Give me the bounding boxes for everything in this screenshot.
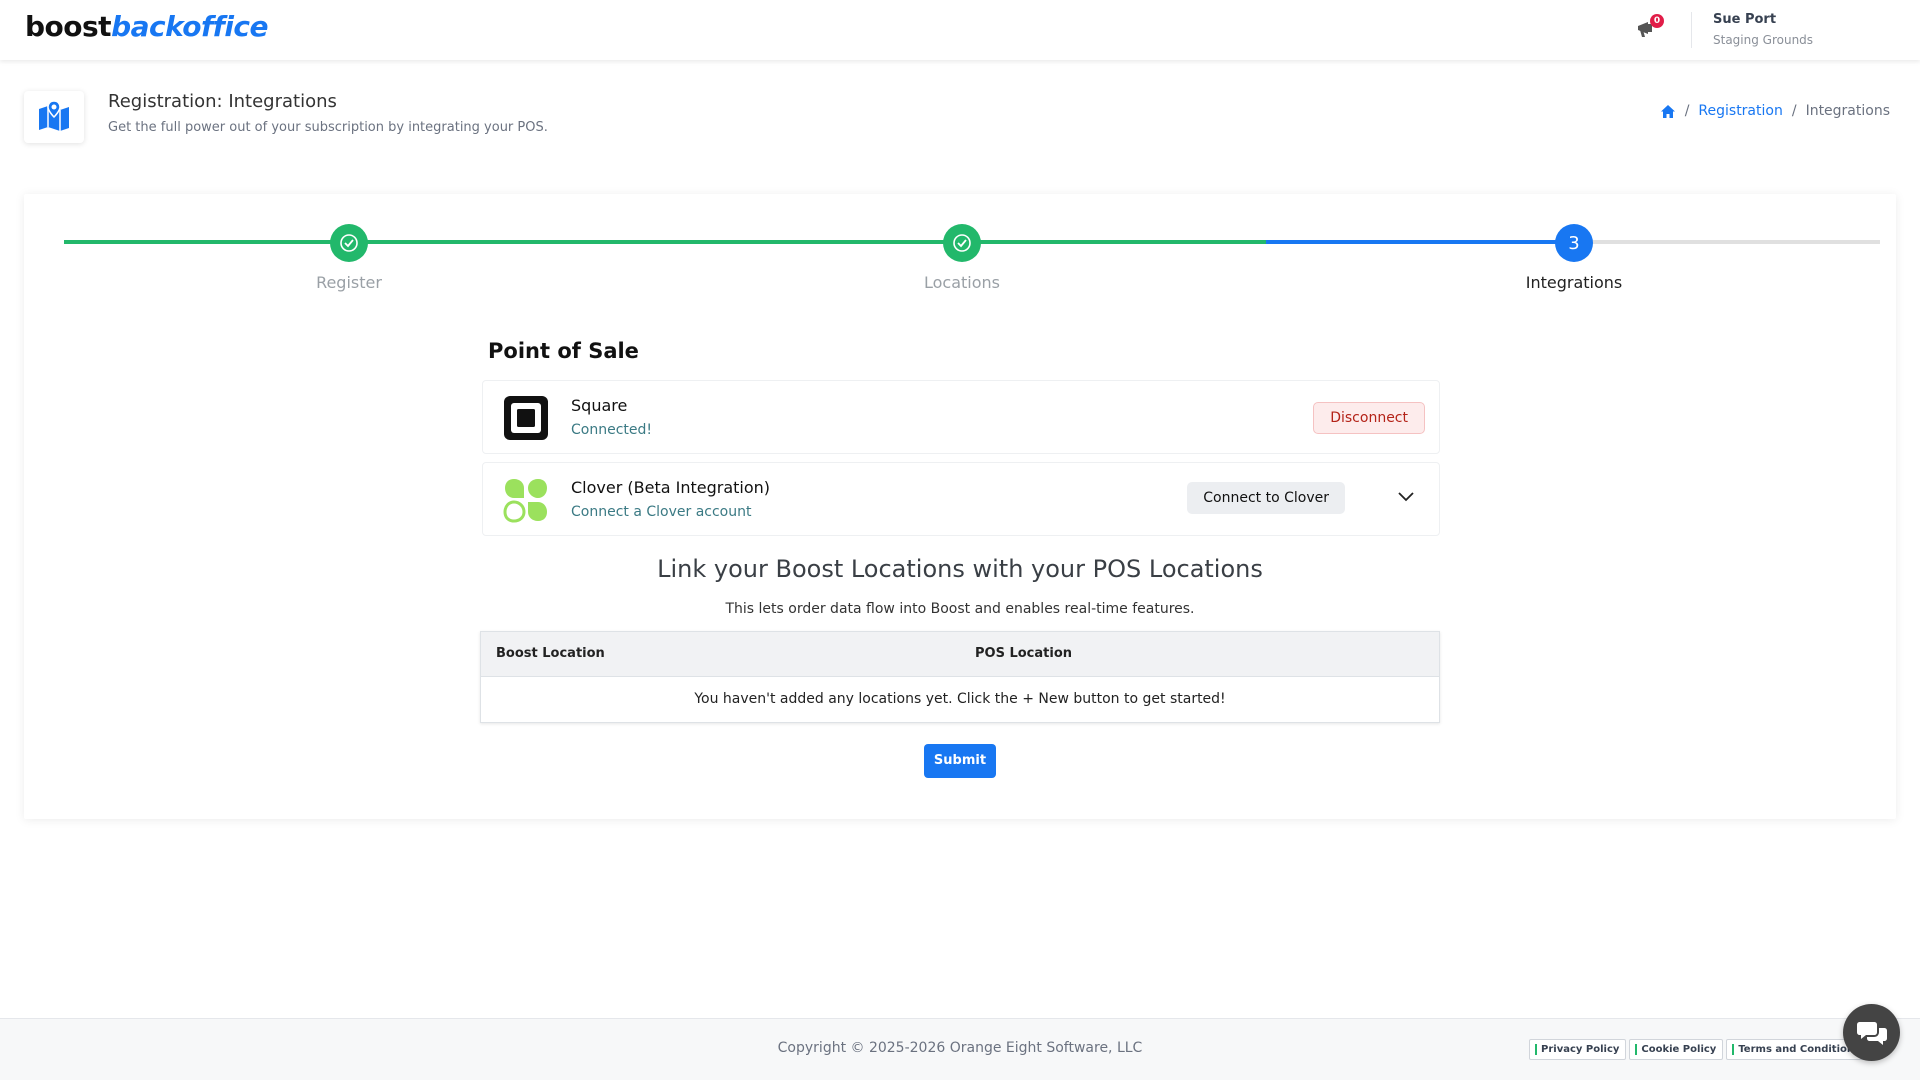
submit-button[interactable]: Submit — [924, 744, 996, 778]
map-icon — [39, 100, 69, 131]
location-mapping-table: Boost Location POS Location You haven't … — [480, 631, 1440, 723]
page-icon-container — [24, 91, 84, 143]
breadcrumb-registration[interactable]: Registration — [1698, 103, 1782, 119]
link-locations-subtitle: This lets order data flow into Boost and… — [725, 601, 1195, 617]
user-organization[interactable]: Staging Grounds — [1713, 33, 1813, 47]
logo-text-boost: boost — [25, 10, 112, 43]
policy-label: Terms and Conditions — [1738, 1044, 1860, 1055]
privacy-policy-link[interactable]: Privacy Policy — [1529, 1039, 1627, 1060]
chat-button[interactable] — [1843, 1004, 1900, 1061]
top-navbar: boostbackoffice 0 Sue Port Staging Groun… — [0, 0, 1920, 60]
logo-text-backoffice: backoffice — [111, 10, 269, 43]
policy-label: Privacy Policy — [1541, 1044, 1620, 1055]
square-logo-icon — [504, 396, 548, 440]
breadcrumb: / Registration / Integrations — [1660, 103, 1890, 119]
step-register-label: Register — [316, 273, 382, 292]
step-locations-circle[interactable] — [943, 224, 981, 262]
footer: Copyright © 2025-2026 Orange Eight Softw… — [0, 1018, 1920, 1080]
chat-icon — [1856, 1021, 1887, 1045]
brand-logo[interactable]: boostbackoffice — [25, 10, 269, 43]
pos-status: Connect a Clover account — [571, 504, 752, 520]
link-locations-title: Link your Boost Locations with your POS … — [657, 555, 1263, 583]
pos-integration-square: Square Connected! Disconnect — [482, 380, 1440, 454]
pos-name: Clover (Beta Integration) — [571, 478, 771, 497]
policy-label: Cookie Policy — [1641, 1044, 1717, 1055]
policy-accent — [1732, 1044, 1735, 1055]
user-name[interactable]: Sue Port — [1713, 12, 1776, 27]
column-header-boost-location[interactable]: Boost Location — [496, 646, 605, 661]
column-header-pos-location[interactable]: POS Location — [975, 646, 1072, 661]
connect-clover-button[interactable]: Connect to Clover — [1187, 482, 1345, 514]
step-locations-label: Locations — [923, 273, 1000, 292]
pos-name: Square — [571, 396, 628, 415]
table-empty-message: You haven't added any locations yet. Cli… — [694, 691, 1226, 707]
pos-status: Connected! — [571, 422, 652, 438]
stepper-track-pending — [1566, 240, 1880, 244]
disconnect-button[interactable]: Disconnect — [1313, 402, 1425, 434]
cookie-policy-link[interactable]: Cookie Policy — [1629, 1039, 1724, 1060]
step-integrations-label: Integrations — [1525, 273, 1623, 292]
clover-logo-icon — [503, 479, 547, 523]
registration-card: Register Locations 3 Integrations Point … — [24, 194, 1896, 819]
policy-accent — [1535, 1044, 1537, 1055]
breadcrumb-separator: / — [1684, 103, 1690, 119]
registration-stepper: Register Locations 3 Integrations — [40, 222, 1880, 302]
breadcrumb-integrations: Integrations — [1805, 103, 1890, 119]
check-icon — [340, 234, 358, 252]
user-divider — [1691, 12, 1692, 48]
page-subtitle: Get the full power out of your subscript… — [108, 120, 548, 135]
section-title: Point of Sale — [488, 339, 639, 363]
policy-accent — [1635, 1044, 1638, 1055]
home-icon[interactable] — [1660, 104, 1676, 119]
page-title: Registration: Integrations — [108, 91, 337, 112]
policy-links: Privacy Policy Cookie Policy Terms and C… — [1529, 1039, 1867, 1060]
stepper-track-active — [1266, 240, 1566, 244]
step-register-circle[interactable] — [330, 224, 368, 262]
breadcrumb-separator: / — [1791, 103, 1797, 119]
chevron-down-icon[interactable] — [1397, 491, 1415, 503]
check-icon — [953, 234, 971, 252]
step-integrations-circle[interactable]: 3 — [1555, 224, 1593, 262]
table-header: Boost Location POS Location — [481, 632, 1439, 677]
pos-integration-clover: Clover (Beta Integration) Connect a Clov… — [482, 462, 1440, 536]
notification-badge: 0 — [1650, 14, 1664, 28]
